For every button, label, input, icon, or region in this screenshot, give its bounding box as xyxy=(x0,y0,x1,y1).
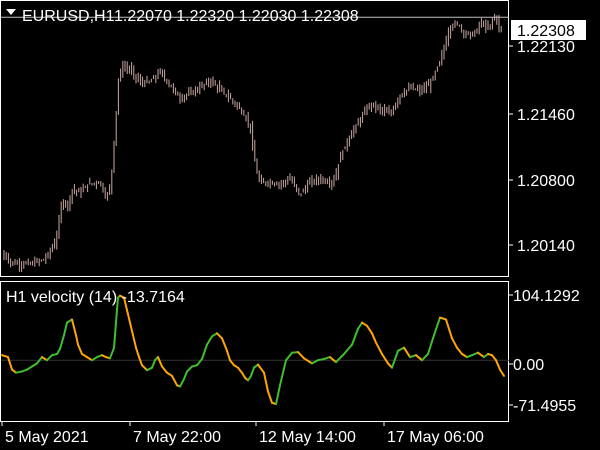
indicator-axis-label: -71.4955 xyxy=(513,398,576,415)
price-axis-label: 1.20140 xyxy=(517,238,575,255)
time-axis-label: 5 May 2021 xyxy=(5,429,89,446)
indicator-title: H1 velocity (14) -13.7164 xyxy=(6,289,185,306)
ohlc-values: 1.22070 1.22320 1.22030 1.22308 xyxy=(114,8,359,25)
chart-window: EURUSD,H1 1.22070 1.22320 1.22030 1.2230… xyxy=(0,0,600,450)
current-price-value: 1.22308 xyxy=(517,23,575,40)
price-axis-label: 1.22130 xyxy=(517,39,575,56)
time-axis-label: 7 May 22:00 xyxy=(133,429,221,446)
time-axis-label: 17 May 06:00 xyxy=(387,429,484,446)
indicator-axis-label: 104.1292 xyxy=(513,288,580,305)
symbol-timeframe: EURUSD,H1 xyxy=(22,8,115,25)
time-axis-label: 12 May 14:00 xyxy=(259,429,356,446)
chart-background xyxy=(0,0,600,450)
price-axis-label: 1.20800 xyxy=(517,173,575,190)
current-price-label: 1.22308 xyxy=(511,20,586,40)
price-axis-label: 1.21460 xyxy=(517,107,575,124)
indicator-axis-label: 0.00 xyxy=(513,357,544,374)
